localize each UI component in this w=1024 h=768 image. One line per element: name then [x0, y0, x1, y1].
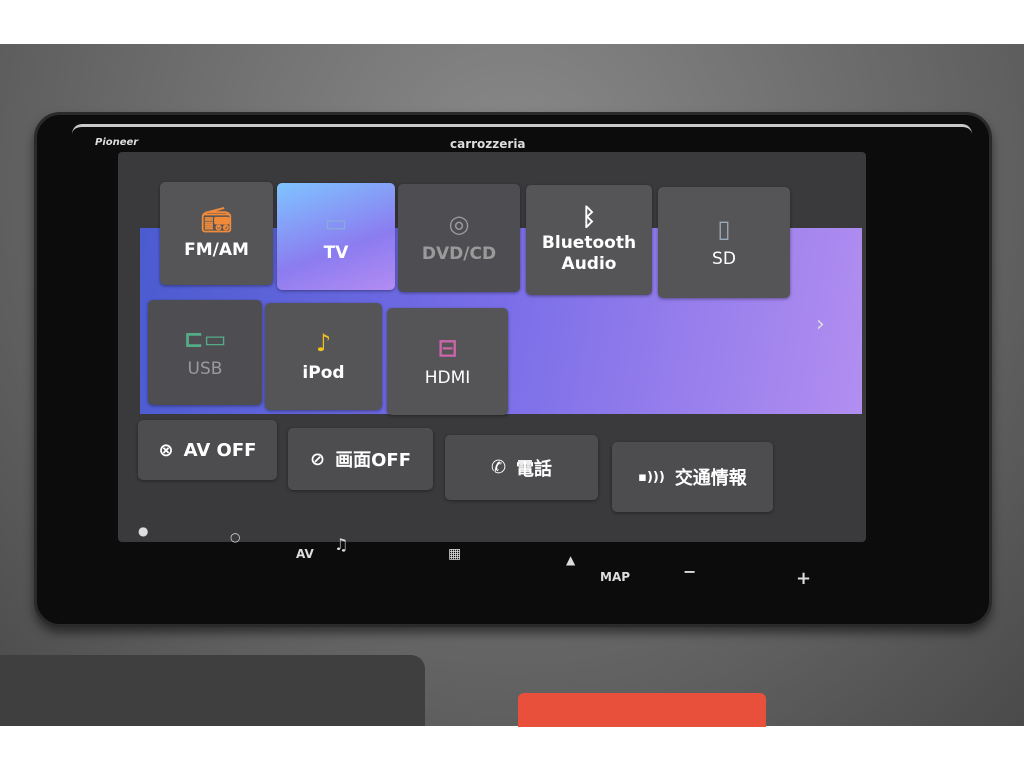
navigation-arrow-icon[interactable]: ▲ — [566, 553, 575, 567]
bluetooth-icon: ᛒ — [581, 203, 597, 231]
tv-icon: ▭ — [324, 208, 348, 237]
tile-label: iPod — [302, 362, 345, 383]
screen-off-button[interactable]: ⊘ 画面OFF — [288, 428, 433, 490]
phone-icon: ✆ — [490, 457, 507, 478]
signal-icon: ▪))) — [638, 469, 665, 485]
button-label: 電話 — [516, 458, 553, 480]
voice-key-icon[interactable]: ○ — [230, 530, 240, 544]
tile-usb[interactable]: ⊏▭ USB — [148, 300, 262, 405]
tile-label: HDMI — [424, 367, 471, 388]
disc-icon: ◎ — [448, 210, 470, 238]
tile-label: Bluetooth Audio — [541, 233, 637, 274]
tile-tv[interactable]: ▭ TV — [277, 183, 395, 290]
traffic-info-button[interactable]: ▪))) 交通情報 — [612, 442, 773, 512]
button-label: AV OFF — [183, 439, 257, 461]
tile-label: SD — [712, 248, 736, 269]
hazard-button[interactable] — [518, 693, 766, 727]
tile-fm-am[interactable]: 📻︎ FM/AM — [160, 182, 273, 285]
map-key[interactable]: MAP — [600, 570, 630, 584]
tile-label: TV — [323, 242, 349, 263]
music-note-icon: ♪ — [315, 328, 332, 357]
tile-bluetooth-audio[interactable]: ᛒ Bluetooth Audio — [526, 185, 652, 295]
power-off-icon: ⊗ — [158, 439, 174, 461]
button-label: 画面OFF — [335, 450, 411, 471]
bezel-rim — [72, 124, 972, 134]
tile-label: DVD/CD — [421, 244, 497, 264]
lower-panel — [0, 655, 425, 726]
carrozzeria-logo: carrozzeria — [450, 137, 526, 151]
volume-up-key[interactable]: + — [796, 568, 811, 589]
hdmi-icon: ⊟ — [437, 333, 458, 362]
button-label: 交通情報 — [674, 468, 747, 489]
tile-label: USB — [187, 358, 223, 379]
next-page-chevron-icon[interactable]: › — [816, 312, 825, 337]
phone-button[interactable]: ✆ 電話 — [445, 435, 598, 500]
tile-label: FM/AM — [184, 239, 249, 260]
menu-grid-icon[interactable]: ▦ — [448, 546, 461, 562]
usb-icon: ⊏▭ — [183, 324, 227, 353]
volume-down-key[interactable]: − — [683, 562, 696, 581]
tile-hdmi[interactable]: ⊟ HDMI — [387, 308, 508, 415]
av-off-button[interactable]: ⊗ AV OFF — [138, 420, 277, 480]
pioneer-logo: Pioneer — [95, 137, 139, 148]
music-key-icon[interactable]: ♫ — [334, 535, 348, 554]
brightness-key-icon[interactable]: ● — [138, 524, 148, 538]
radio-icon: 📻︎ — [201, 205, 232, 234]
screen-off-icon: ⊘ — [310, 448, 326, 470]
tile-ipod[interactable]: ♪ iPod — [265, 303, 382, 410]
av-key[interactable]: AV — [296, 547, 314, 561]
tile-dvd-cd[interactable]: ◎ DVD/CD — [398, 184, 520, 292]
sd-card-icon: ▯ — [717, 214, 731, 243]
tile-sd[interactable]: ▯ SD — [658, 187, 790, 298]
